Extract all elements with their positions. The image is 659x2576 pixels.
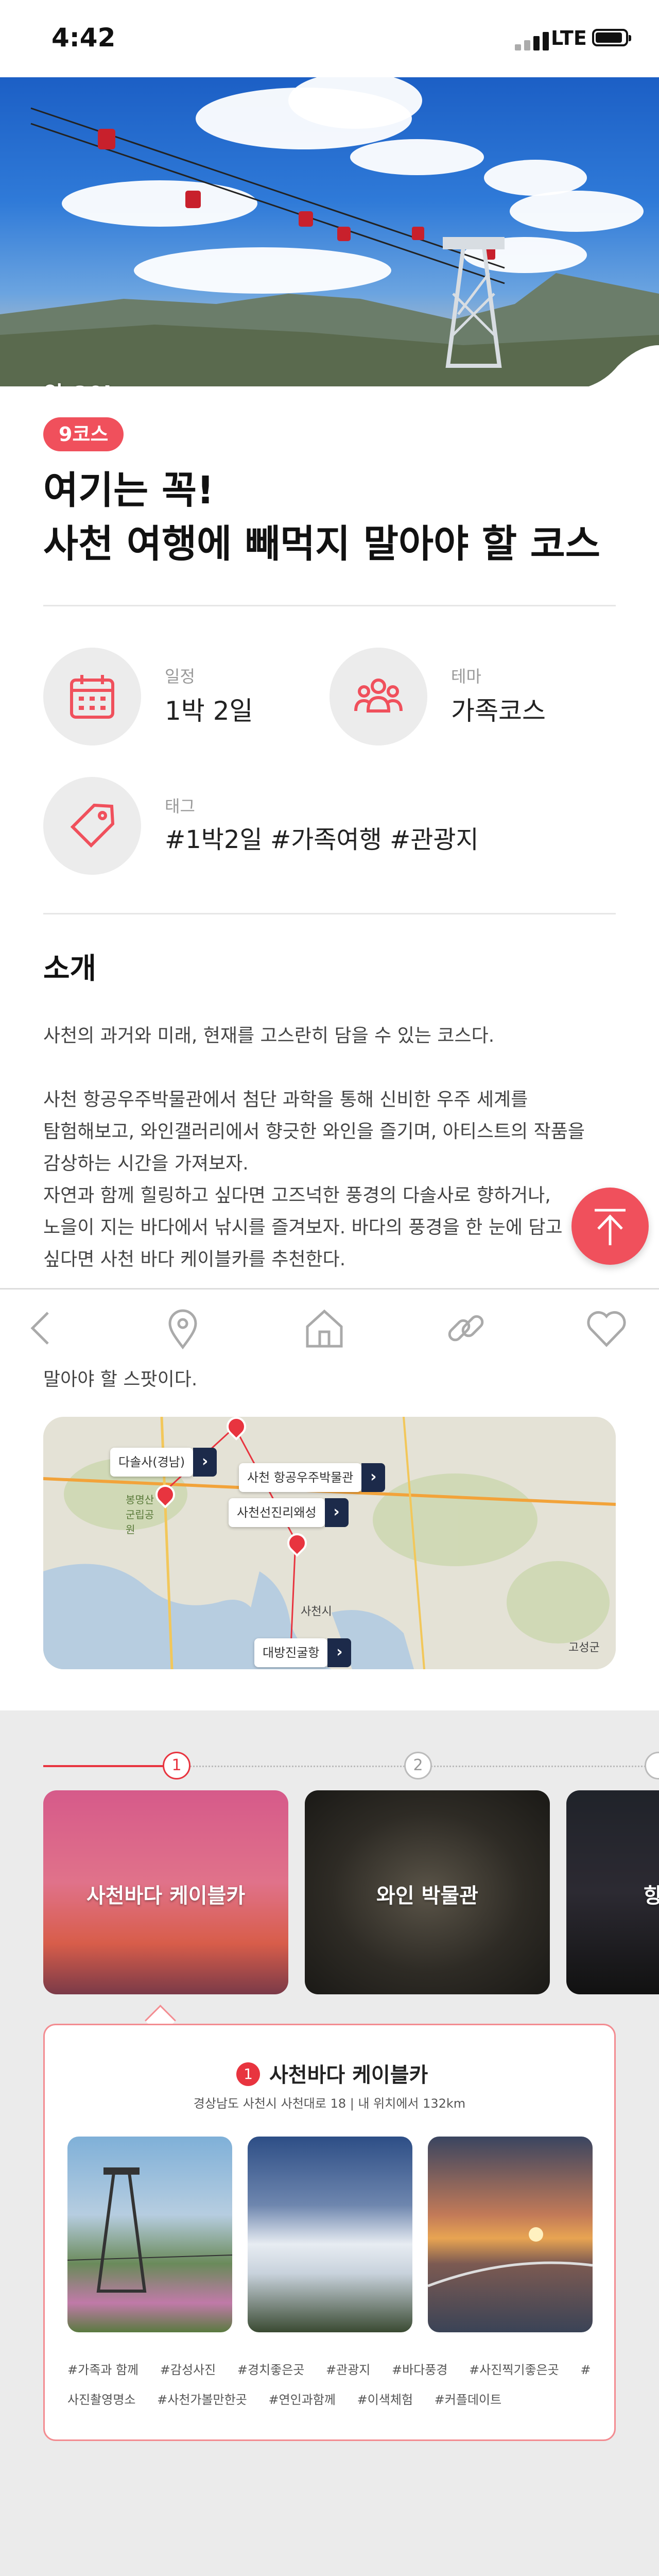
- map-place: 사천시: [301, 1605, 332, 1618]
- intro-line: 싶다면 사천 바다 케이블카를 추천한다.: [43, 1249, 346, 1270]
- course-badge: 9코스: [43, 417, 124, 451]
- chevron-right-icon: ›: [193, 1448, 217, 1477]
- intro-line: 감상하는 시간을 가져보자.: [43, 1153, 249, 1174]
- link-icon[interactable]: [443, 1305, 489, 1351]
- map-place: 봉명산 군립공원: [126, 1494, 154, 1536]
- heart-icon[interactable]: [583, 1305, 630, 1351]
- intro-description: 사천의 과거와 미래, 현재를 고스란히 담을 수 있는 코스다. 사천 항공우…: [43, 1020, 620, 1276]
- hashtag[interactable]: #커플데이트: [435, 2393, 502, 2407]
- course-title: 여기는 꼭! 사천 여행에 빼먹지 말아야 할 코스: [43, 464, 620, 571]
- spot-title: 사천바다 케이블카: [269, 2063, 428, 2087]
- map-label-text: 대방진굴항: [263, 1646, 320, 1660]
- course-content: 9코스 여기는 꼭! 사천 여행에 빼먹지 말아야 할 코스 일정 1박 2일 …: [0, 345, 659, 1288]
- theme-value: 가족코스: [451, 696, 546, 726]
- intro-line: [43, 1052, 620, 1084]
- course-title-line2: 사천 여행에 빼먹지 말아야 할 코스: [43, 522, 600, 566]
- spot-address: 경상남도 사천시 사천대로 18 | 내 위치에서 132km: [193, 2096, 466, 2111]
- intro-line: 사천의 과거와 미래, 현재를 고스란히 담을 수 있는 코스다.: [43, 1025, 495, 1046]
- spot-card-label: 사천바다 케이블카: [86, 1884, 246, 1908]
- spot-card-label: 와인 박물관: [376, 1884, 478, 1908]
- chevron-right-icon: ›: [327, 1638, 352, 1667]
- hashtag[interactable]: #이색체험: [357, 2393, 413, 2407]
- spot-tail-text: 말아야 할 스팟이다.: [43, 1369, 198, 1390]
- spot-card-cablecar[interactable]: 사천바다 케이블카: [43, 1790, 288, 1994]
- tag-label: 태그: [165, 796, 195, 816]
- divider: [43, 913, 616, 914]
- schedule-value: 1박 2일: [165, 696, 253, 726]
- map-label[interactable]: 대방진굴항 ›: [254, 1638, 352, 1667]
- calendar-icon: [43, 648, 141, 745]
- scroll-top-button[interactable]: [571, 1188, 649, 1265]
- bottom-nav: [0, 1288, 659, 1367]
- spot-number: 1: [236, 2062, 260, 2086]
- hashtag[interactable]: #바다풍경: [392, 2363, 447, 2377]
- mountain-illustration: [0, 107, 659, 386]
- people-icon: [330, 648, 427, 745]
- intro-line: 노을이 지는 바다에서 낚시를 즐겨보자. 바다의 풍경을 한 눈에 담고: [43, 1217, 563, 1238]
- hashtag[interactable]: #사진찍기좋은곳: [469, 2363, 559, 2377]
- back-icon[interactable]: [18, 1305, 64, 1351]
- map-label[interactable]: 다솔사(경남) ›: [110, 1448, 217, 1477]
- intro-line: 자연과 함께 힐링하고 싶다면 고즈넉한 풍경의 다솔사로 향하거나,: [43, 1185, 551, 1206]
- intro-line: 사천 항공우주박물관에서 첨단 과학을 통해 신비한 우주 세계를: [43, 1089, 528, 1110]
- location-pin-icon[interactable]: [160, 1305, 206, 1351]
- chevron-right-icon: ›: [324, 1498, 349, 1527]
- map-label[interactable]: 사천 항공우주박물관 ›: [239, 1463, 386, 1492]
- tag-value: #1박2일 #가족여행 #관광지: [165, 825, 479, 854]
- spot-card-aerospace[interactable]: 항: [566, 1790, 659, 1994]
- schedule-label: 일정: [165, 667, 195, 686]
- course-steps: 1 2: [0, 1752, 659, 1793]
- hero-image: 약 80km: [0, 77, 659, 386]
- hashtag[interactable]: #감성사진: [160, 2363, 216, 2377]
- arrow-up-icon: [595, 1209, 626, 1245]
- spot-photo[interactable]: [67, 2137, 232, 2332]
- hashtag[interactable]: #관광지: [326, 2363, 370, 2377]
- intro-heading: 소개: [43, 952, 97, 986]
- home-icon[interactable]: [301, 1305, 348, 1351]
- status-time: 4:42: [51, 23, 116, 53]
- map-label-text: 사천선진리왜성: [237, 1505, 317, 1520]
- spot-detail-panel: 1 사천바다 케이블카 경상남도 사천시 사천대로 18 | 내 위치에서 13…: [43, 2024, 616, 2441]
- spot-photo[interactable]: [428, 2137, 593, 2332]
- network-label: LTE: [551, 27, 587, 49]
- course-title-line1: 여기는 꼭!: [43, 468, 214, 513]
- step-1[interactable]: 1: [163, 1752, 190, 1780]
- map-label-text: 사천 항공우주박물관: [247, 1470, 354, 1485]
- battery-icon: [592, 29, 631, 46]
- step-2[interactable]: 2: [404, 1752, 432, 1780]
- hashtag[interactable]: #경치좋은곳: [237, 2363, 305, 2377]
- map-label[interactable]: 사천선진리왜성 ›: [229, 1498, 349, 1527]
- chevron-right-icon: ›: [361, 1463, 386, 1492]
- hero-curve: [0, 345, 659, 392]
- status-bar: 4:42 LTE: [0, 0, 659, 77]
- divider: [43, 605, 616, 606]
- spot-tags: #가족과 함께 #감성사진 #경치좋은곳 #관광지 #바다풍경 #사진찍기좋은곳…: [67, 2355, 593, 2415]
- hashtag[interactable]: #연인과함께: [268, 2393, 336, 2407]
- spot-card-label: 항: [644, 1884, 659, 1908]
- theme-label: 테마: [451, 667, 481, 686]
- spot-photo[interactable]: [248, 2137, 412, 2332]
- step-progress: [43, 1765, 177, 1767]
- signal-icon: [515, 30, 551, 50]
- step-3[interactable]: [645, 1752, 659, 1780]
- map-label-text: 다솔사(경남): [118, 1455, 185, 1469]
- hashtag[interactable]: #사천가볼만한곳: [157, 2393, 247, 2407]
- course-detail-page: 4:42 LTE 9코스 여기는 꼭! 사천 여행에 빼먹지 말아야 할 코스 …: [0, 0, 659, 2576]
- course-map[interactable]: 다솔사(경남) › 사천 항공우주박물관 › 사천선진리왜성 › 대방진굴항 › 봉명산…: [43, 1417, 616, 1669]
- hashtag[interactable]: #가족과 함께: [67, 2363, 138, 2377]
- map-place: 고성군: [568, 1641, 600, 1654]
- intro-line: 탐험해보고, 와인갤러리에서 향긋한 와인을 즐기며, 아티스트의 작품을: [43, 1121, 585, 1142]
- tag-icon: [43, 777, 141, 875]
- spot-card-wine[interactable]: 와인 박물관: [305, 1790, 550, 1994]
